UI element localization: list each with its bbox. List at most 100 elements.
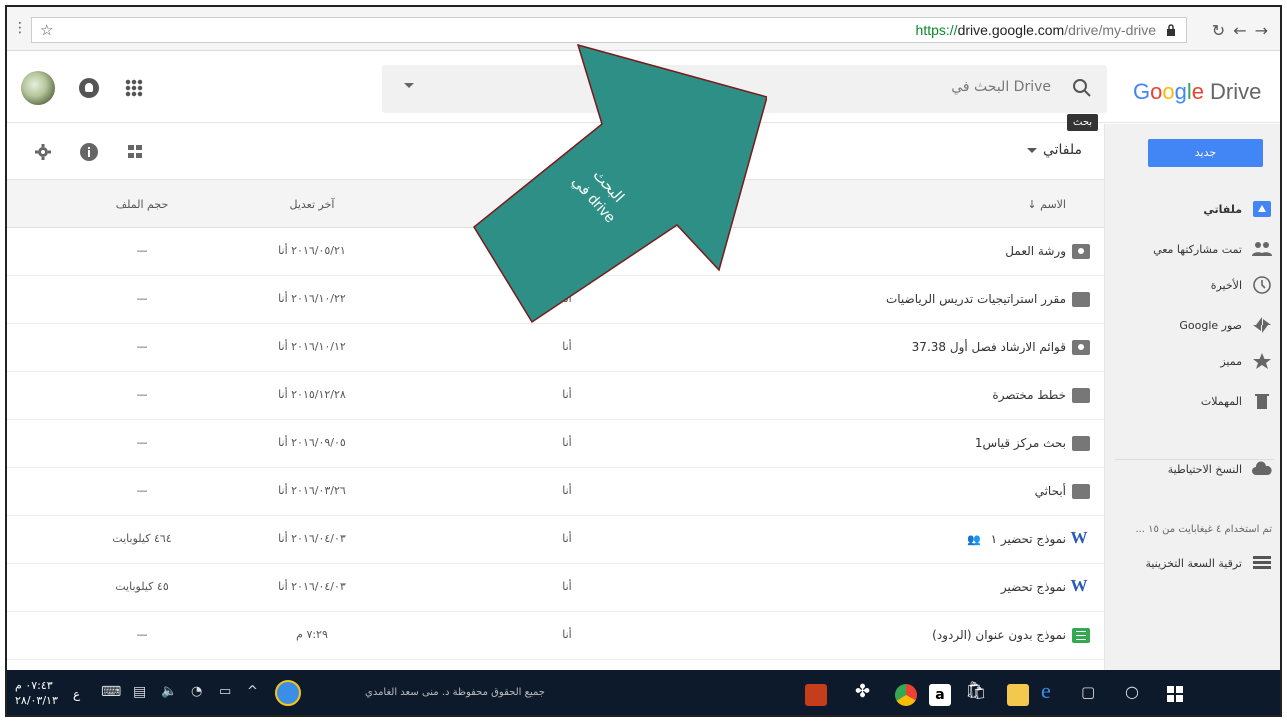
- action-center-icon[interactable]: ▤: [133, 684, 146, 700]
- grid-view-icon[interactable]: [125, 142, 145, 162]
- copyright-text: جميع الحقوق محفوظة د. منى سعد الغامدي: [365, 687, 545, 698]
- file-modified: ٢٠١٦/٠٤/٠٣ أنا: [278, 532, 346, 545]
- url-text: https://drive.google.com/drive/my-drive: [916, 22, 1156, 38]
- info-icon[interactable]: [79, 142, 99, 162]
- file-name[interactable]: قوائم الارشاد فصل أول 37.38: [912, 340, 1066, 354]
- my-drive-dropdown[interactable]: ملفاتي: [1026, 142, 1082, 158]
- avatar[interactable]: [21, 71, 55, 105]
- browser-nav-buttons[interactable]: ↻←→: [1212, 21, 1276, 40]
- sidebar-item-people[interactable]: تمت مشاركتها معي: [1153, 234, 1272, 264]
- table-row[interactable]: — ٢٠١٥/١٢/٢٨ أنا أنا خطط مختصرة: [7, 372, 1104, 420]
- file-owner: أنا: [562, 388, 572, 401]
- file-name[interactable]: خطط مختصرة: [992, 388, 1066, 402]
- powerpoint-icon[interactable]: [805, 684, 827, 706]
- table-row[interactable]: — ٢٠١٦/٠٩/٠٥ أنا أنا بحث مركز قياس1: [7, 420, 1104, 468]
- file-name[interactable]: نموذج تحضير ١ 👥: [967, 532, 1066, 546]
- sidebar-item-trash[interactable]: المهملات: [1201, 386, 1272, 416]
- file-name-label: ورشة العمل: [1005, 244, 1066, 258]
- sidebar-item-clock[interactable]: الأخيرة: [1211, 270, 1272, 300]
- header-name[interactable]: الاسم ↓: [1027, 198, 1066, 211]
- edge-icon[interactable]: e: [1041, 678, 1051, 704]
- search-input[interactable]: البحث في Drive: [951, 79, 1051, 95]
- notifications-icon[interactable]: [79, 78, 99, 98]
- url-field[interactable]: ☆ https://drive.google.com/drive/my-driv…: [31, 17, 1187, 43]
- file-name[interactable]: نموذج تحضير: [1001, 580, 1066, 594]
- shared-people-icon: 👥: [967, 533, 981, 546]
- sheets-icon: [1072, 628, 1090, 643]
- chevron-up-icon[interactable]: ^: [247, 684, 258, 699]
- clock-date: ٢٨/٠٣/١٣: [15, 694, 58, 707]
- sidebar-item-label: النسخ الاحتياطية: [1167, 462, 1242, 476]
- file-name-label: نموذج تحضير: [1000, 580, 1066, 594]
- file-size: —: [136, 388, 148, 401]
- table-row[interactable]: — ٢٠١٦/١٠/١٢ أنا أنا قوائم الارشاد فصل أول …: [7, 324, 1104, 372]
- logo-product: Drive: [1210, 79, 1262, 104]
- logo-letter: e: [1191, 79, 1205, 104]
- system-clock[interactable]: ٠٧:٤٣ م ٢٨/٠٣/١٣: [15, 678, 58, 708]
- file-owner: أنا: [562, 532, 572, 545]
- browser-menu-icon[interactable]: ⋮: [13, 20, 27, 36]
- file-owner: أنا: [562, 484, 572, 497]
- file-name[interactable]: بحث مركز قياس1: [975, 436, 1066, 450]
- file-name-label: أبحاثي: [1034, 484, 1066, 498]
- url-scheme: https://: [915, 22, 958, 38]
- search-icon[interactable]: [1071, 77, 1093, 99]
- upgrade-storage-link[interactable]: ترقية السعة التخزينية: [1145, 548, 1272, 578]
- dropbox-icon[interactable]: ✤: [855, 681, 870, 702]
- gear-icon[interactable]: [33, 142, 53, 162]
- file-name[interactable]: نموذج بدون عنوان (الردود): [932, 628, 1066, 642]
- battery-icon[interactable]: ▭: [219, 684, 231, 699]
- logo-letter: G: [1133, 79, 1151, 104]
- chevron-down-icon: [1026, 147, 1037, 153]
- amazon-icon[interactable]: a: [929, 684, 951, 706]
- file-name[interactable]: ورشة العمل: [1005, 244, 1066, 258]
- file-owner: أنا: [562, 340, 572, 353]
- trash-icon: [1255, 394, 1269, 409]
- word-doc-icon: W: [1070, 576, 1088, 595]
- search-icon[interactable]: ○: [1125, 682, 1139, 701]
- sidebar-item-photos[interactable]: صور Google: [1179, 310, 1272, 340]
- shared-folder-icon: [1072, 340, 1090, 355]
- language-indicator[interactable]: ع: [73, 687, 80, 701]
- file-modified: ٢٠١٦/١٠/١٢ أنا: [278, 340, 346, 353]
- header-modified[interactable]: آخر تعديل: [237, 198, 387, 211]
- file-modified: ٧:٢٩ م: [296, 628, 328, 641]
- table-row[interactable]: — ٧:٢٩ م أنا نموذج بدون عنوان (الردود): [7, 612, 1104, 660]
- table-row[interactable]: ٤٥ كيلوبايت ٢٠١٦/٠٤/٠٣ أنا أنا نموذج تحضير W: [7, 564, 1104, 612]
- annotation-arrow: البحث في drive: [473, 43, 767, 324]
- table-row[interactable]: ٤٦٤ كيلوبايت ٢٠١٦/٠٤/٠٣ أنا أنا نموذج تحضير…: [7, 516, 1104, 564]
- windows-start-icon[interactable]: [1167, 686, 1183, 702]
- file-name-label: خطط مختصرة: [992, 388, 1066, 402]
- file-size: ٤٥ كيلوبايت: [115, 580, 169, 593]
- google-drive-logo[interactable]: Google Drive: [1133, 79, 1261, 105]
- table-row[interactable]: — ٢٠١٦/٠٣/٢٦ أنا أنا أبحاثي: [7, 468, 1104, 516]
- chrome-icon[interactable]: [895, 684, 917, 706]
- bookmark-star-icon[interactable]: ☆: [40, 21, 53, 39]
- wifi-icon[interactable]: ◔: [191, 684, 202, 699]
- file-size: —: [136, 484, 148, 497]
- store-icon[interactable]: 🛍: [965, 681, 987, 701]
- file-modified: ٢٠١٦/٠٩/٠٥ أنا: [278, 436, 346, 449]
- update-icon[interactable]: [275, 680, 301, 706]
- file-name[interactable]: أبحاثي: [1035, 484, 1066, 498]
- search-tooltip: بحث: [1067, 114, 1099, 131]
- word-doc-icon: W: [1070, 528, 1088, 547]
- apps-grid-icon[interactable]: [125, 79, 143, 97]
- header-size[interactable]: حجم الملف: [102, 198, 182, 211]
- divider: [1115, 459, 1274, 460]
- file-name-label: نموذج بدون عنوان (الردود): [932, 628, 1066, 642]
- folder-icon: [1072, 436, 1090, 451]
- file-name[interactable]: مقرر استراتيجيات تدريس الرياضيات: [886, 292, 1066, 306]
- volume-icon[interactable]: 🔈: [161, 684, 177, 699]
- header-name-label: الاسم: [1040, 198, 1066, 211]
- search-options-dropdown-icon[interactable]: [404, 83, 414, 88]
- task-view-icon[interactable]: ▢: [1081, 683, 1095, 701]
- sidebar-item-star[interactable]: مميز: [1220, 346, 1272, 376]
- sidebar-item-drive[interactable]: ملفاتي: [1203, 194, 1272, 224]
- keyboard-icon[interactable]: ⌨: [101, 684, 121, 700]
- folder-icon: [1072, 484, 1090, 499]
- sidebar-item-label: مميز: [1220, 354, 1242, 368]
- file-explorer-icon[interactable]: [1007, 684, 1029, 706]
- file-size: —: [136, 244, 148, 257]
- new-button[interactable]: جديد: [1148, 139, 1263, 167]
